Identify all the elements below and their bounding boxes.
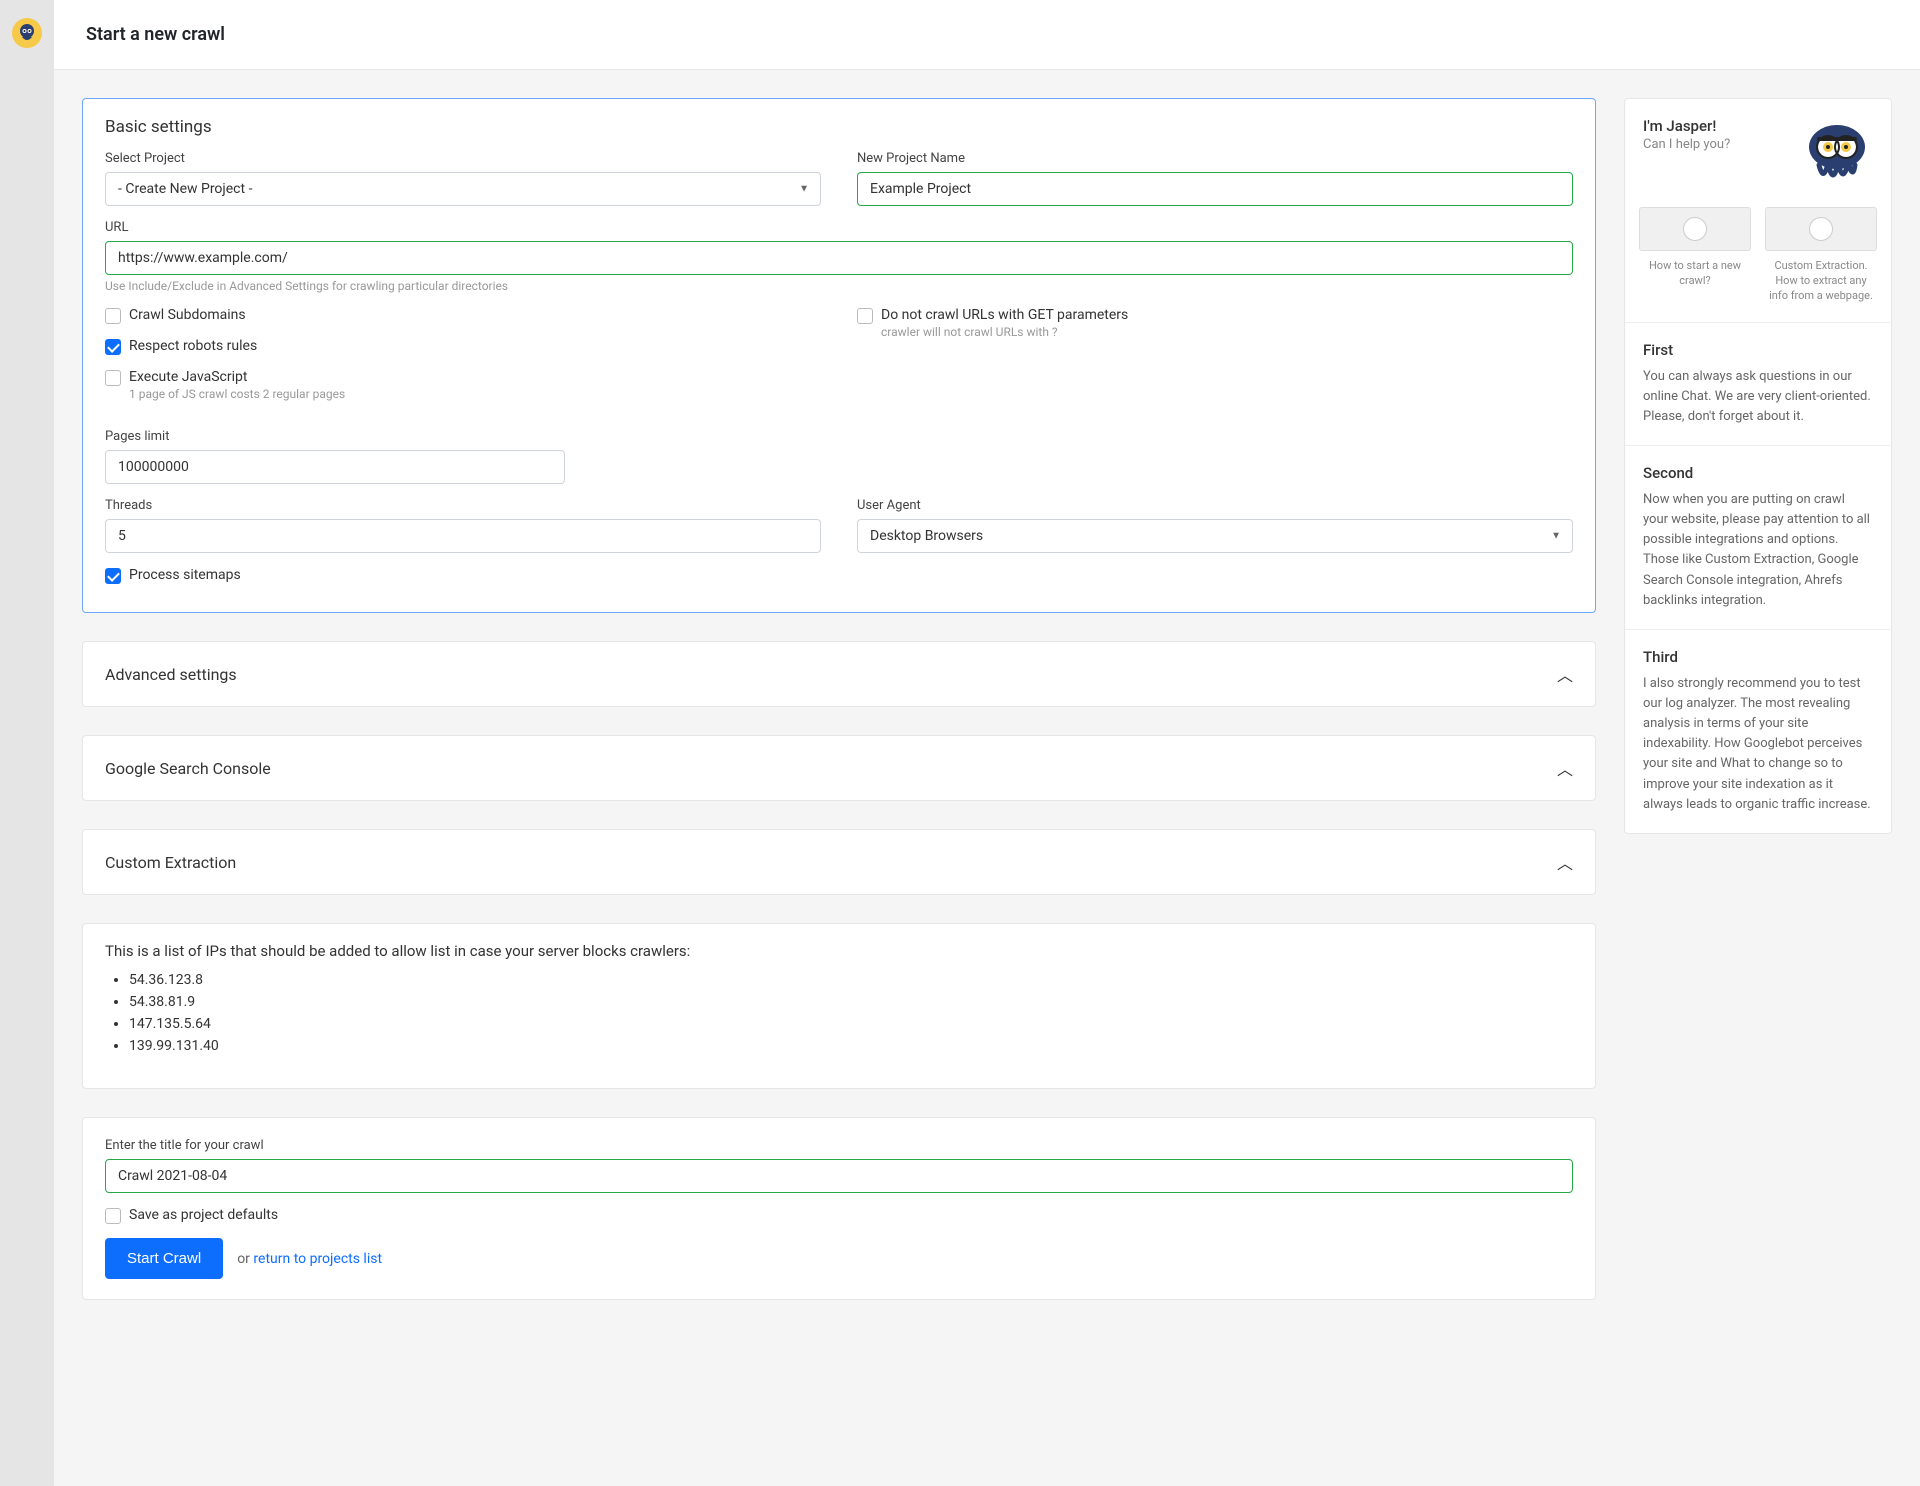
app-logo-icon[interactable] — [12, 18, 42, 48]
ip-allowlist-card: This is a list of IPs that should be add… — [82, 923, 1596, 1089]
chevron-up-icon: ︿ — [1557, 850, 1573, 874]
ip-item: 54.38.81.9 — [129, 994, 1573, 1010]
basic-settings-title: Basic settings — [105, 117, 1573, 137]
pages-limit-label: Pages limit — [105, 429, 565, 444]
save-defaults-checkbox[interactable] — [105, 1208, 121, 1224]
url-label: URL — [105, 220, 1573, 235]
threads-input[interactable] — [105, 519, 821, 553]
tutorial-custom-extraction[interactable]: Custom Extraction. How to extract any in… — [1765, 207, 1877, 304]
topbar: Start a new crawl — [54, 0, 1920, 70]
crawl-subdomains-label: Crawl Subdomains — [129, 307, 246, 323]
ip-item: 139.99.131.40 — [129, 1038, 1573, 1054]
basic-settings-card: Basic settings Select Project ▼ New Pr — [82, 98, 1596, 613]
tutorial-label: How to start a new crawl? — [1639, 259, 1751, 289]
crawl-title-card: Enter the title for your crawl Save as p… — [82, 1117, 1596, 1300]
no-get-params-checkbox[interactable] — [857, 308, 873, 324]
tutorial-start-crawl[interactable]: How to start a new crawl? — [1639, 207, 1751, 304]
url-hint: Use Include/Exclude in Advanced Settings… — [105, 279, 1573, 293]
respect-robots-label: Respect robots rules — [129, 338, 257, 354]
page-title: Start a new crawl — [86, 24, 1888, 45]
gsc-title: Google Search Console — [105, 759, 271, 778]
pages-limit-input[interactable] — [105, 450, 565, 484]
tip-second: Second Now when you are putting on crawl… — [1625, 445, 1891, 629]
advanced-settings-toggle[interactable]: Advanced settings ︿ — [83, 642, 1595, 706]
tip-title: First — [1643, 341, 1873, 359]
save-defaults-label: Save as project defaults — [129, 1207, 278, 1223]
chevron-up-icon: ︿ — [1557, 662, 1573, 686]
play-icon — [1639, 207, 1751, 251]
tip-first: First You can always ask questions in ou… — [1625, 322, 1891, 445]
custom-extraction-title: Custom Extraction — [105, 853, 236, 872]
execute-js-checkbox[interactable] — [105, 370, 121, 386]
select-project-dropdown[interactable] — [105, 172, 821, 206]
new-project-label: New Project Name — [857, 151, 1573, 166]
tutorial-label: Custom Extraction. How to extract any in… — [1765, 259, 1877, 304]
jasper-mascot-icon — [1801, 117, 1873, 189]
threads-label: Threads — [105, 498, 821, 513]
execute-js-label: Execute JavaScript — [129, 369, 345, 385]
ip-item: 54.36.123.8 — [129, 972, 1573, 988]
jasper-panel: I'm Jasper! Can I help you? — [1624, 98, 1892, 834]
left-sidebar — [0, 0, 54, 1486]
no-get-params-label: Do not crawl URLs with GET parameters — [881, 307, 1128, 323]
process-sitemaps-label: Process sitemaps — [129, 567, 241, 583]
custom-extraction-toggle[interactable]: Custom Extraction ︿ — [83, 830, 1595, 894]
advanced-settings-title: Advanced settings — [105, 665, 237, 684]
gsc-toggle[interactable]: Google Search Console ︿ — [83, 736, 1595, 800]
process-sitemaps-checkbox[interactable] — [105, 568, 121, 584]
user-agent-dropdown[interactable] — [857, 519, 1573, 553]
return-projects-link[interactable]: return to projects list — [253, 1251, 382, 1267]
respect-robots-checkbox[interactable] — [105, 339, 121, 355]
tip-third: Third I also strongly recommend you to t… — [1625, 629, 1891, 833]
tip-title: Third — [1643, 648, 1873, 666]
or-text: or — [237, 1251, 250, 1267]
crawl-subdomains-checkbox[interactable] — [105, 308, 121, 324]
ip-item: 147.135.5.64 — [129, 1016, 1573, 1032]
no-get-params-hint: crawler will not crawl URLs with ? — [881, 325, 1128, 339]
ip-list: 54.36.123.8 54.38.81.9 147.135.5.64 139.… — [129, 972, 1573, 1054]
select-project-label: Select Project — [105, 151, 821, 166]
play-icon — [1765, 207, 1877, 251]
user-agent-label: User Agent — [857, 498, 1573, 513]
tip-text: You can always ask questions in our onli… — [1643, 367, 1873, 427]
gsc-section: Google Search Console ︿ — [82, 735, 1596, 801]
jasper-sub: Can I help you? — [1643, 137, 1730, 152]
chevron-up-icon: ︿ — [1557, 756, 1573, 780]
advanced-settings-section: Advanced settings ︿ — [82, 641, 1596, 707]
ip-intro: This is a list of IPs that should be add… — [105, 942, 1573, 960]
url-input[interactable] — [105, 241, 1573, 275]
new-project-input[interactable] — [857, 172, 1573, 206]
custom-extraction-section: Custom Extraction ︿ — [82, 829, 1596, 895]
tip-title: Second — [1643, 464, 1873, 482]
jasper-name: I'm Jasper! — [1643, 117, 1730, 135]
tip-text: Now when you are putting on crawl your w… — [1643, 490, 1873, 611]
crawl-title-label: Enter the title for your crawl — [105, 1138, 1573, 1153]
execute-js-hint: 1 page of JS crawl costs 2 regular pages — [129, 387, 345, 401]
crawl-title-input[interactable] — [105, 1159, 1573, 1193]
start-crawl-button[interactable]: Start Crawl — [105, 1238, 223, 1279]
tip-text: I also strongly recommend you to test ou… — [1643, 674, 1873, 815]
